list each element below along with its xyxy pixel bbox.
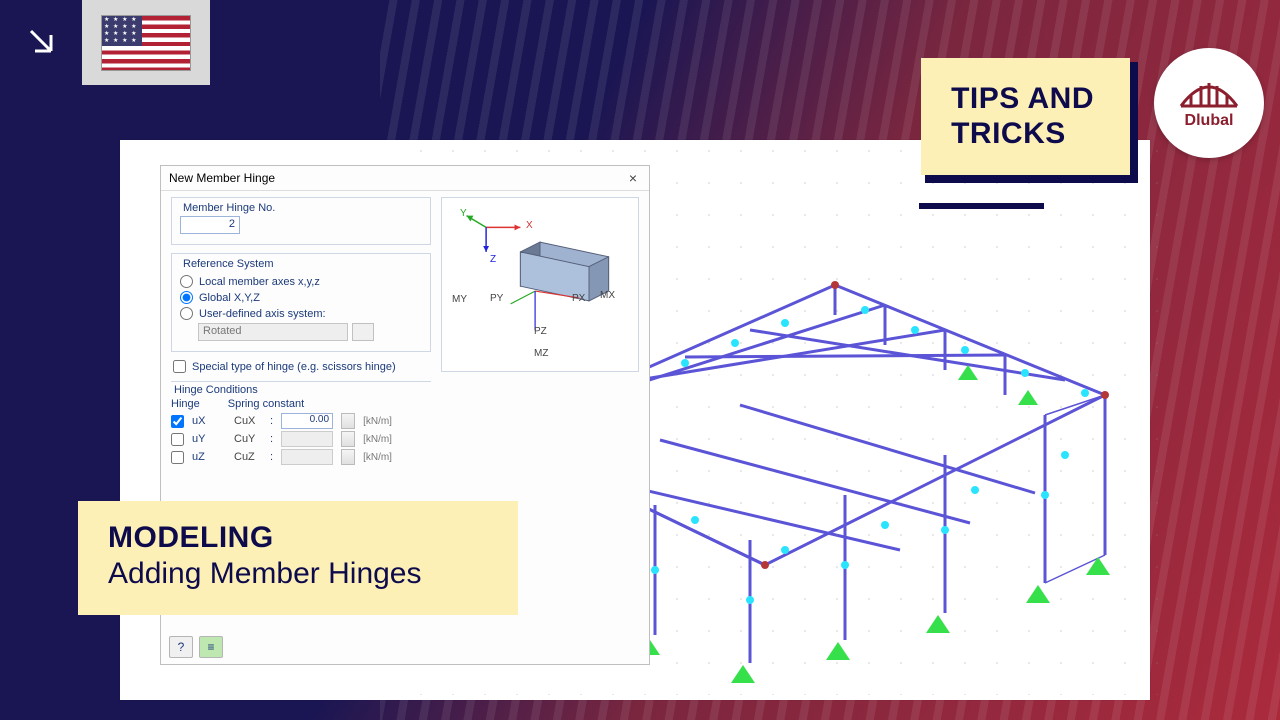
- overlay-subtitle: Adding Member Hinges: [108, 557, 488, 591]
- flag-badge-us: [82, 0, 210, 85]
- hinge-row-ux: uX CuX: 0.00 [kN/m]: [171, 413, 431, 429]
- uy-checkbox[interactable]: [171, 433, 184, 446]
- uz-value-input: [281, 449, 333, 465]
- dialog-title: New Member Hinge: [169, 171, 275, 185]
- special-hinge-checkbox[interactable]: Special type of hinge (e.g. scissors hin…: [173, 360, 431, 373]
- hinge-row-uz: uZ CuZ: [kN/m]: [171, 449, 431, 465]
- title-overlay: MODELING Adding Member Hinges: [78, 501, 518, 615]
- hinge-no-input[interactable]: 2: [180, 216, 240, 234]
- ux-value-input[interactable]: 0.00: [281, 413, 333, 429]
- help-icon[interactable]: ?: [169, 636, 193, 658]
- uz-spinner: [341, 449, 355, 465]
- rotated-select: Rotated: [198, 323, 348, 341]
- ux-spinner[interactable]: [341, 413, 355, 429]
- ref-local-radio[interactable]: Local member axes x,y,z: [180, 275, 422, 288]
- rotated-detail-button[interactable]: [352, 323, 374, 341]
- ref-global-radio[interactable]: Global X,Y,Z: [180, 291, 422, 304]
- uy-spinner: [341, 431, 355, 447]
- ux-checkbox[interactable]: [171, 415, 184, 428]
- hinge-row-uy: uY CuY: [kN/m]: [171, 431, 431, 447]
- uz-checkbox[interactable]: [171, 451, 184, 464]
- arrow-badge: [0, 0, 82, 82]
- calc-icon[interactable]: ≡: [199, 636, 223, 658]
- close-icon[interactable]: ×: [625, 170, 641, 186]
- hinge-conditions-legend: Hinge Conditions: [171, 384, 261, 396]
- ref-system-legend: Reference System: [180, 258, 276, 270]
- ref-user-radio[interactable]: User-defined axis system:: [180, 307, 422, 320]
- us-flag-icon: [101, 15, 191, 71]
- col-hinge: Hinge: [171, 398, 200, 410]
- uy-value-input: [281, 431, 333, 447]
- dlubal-logo: Dlubal: [1154, 48, 1264, 158]
- hinge-preview: X Y Z MY MX MZ PY PX PZ: [441, 197, 639, 372]
- col-spring: Spring constant: [228, 398, 304, 410]
- tips-card: TIPS AND TRICKS: [921, 58, 1130, 175]
- hinge-no-label: Member Hinge No.: [180, 202, 278, 214]
- overlay-kicker: MODELING: [108, 521, 488, 555]
